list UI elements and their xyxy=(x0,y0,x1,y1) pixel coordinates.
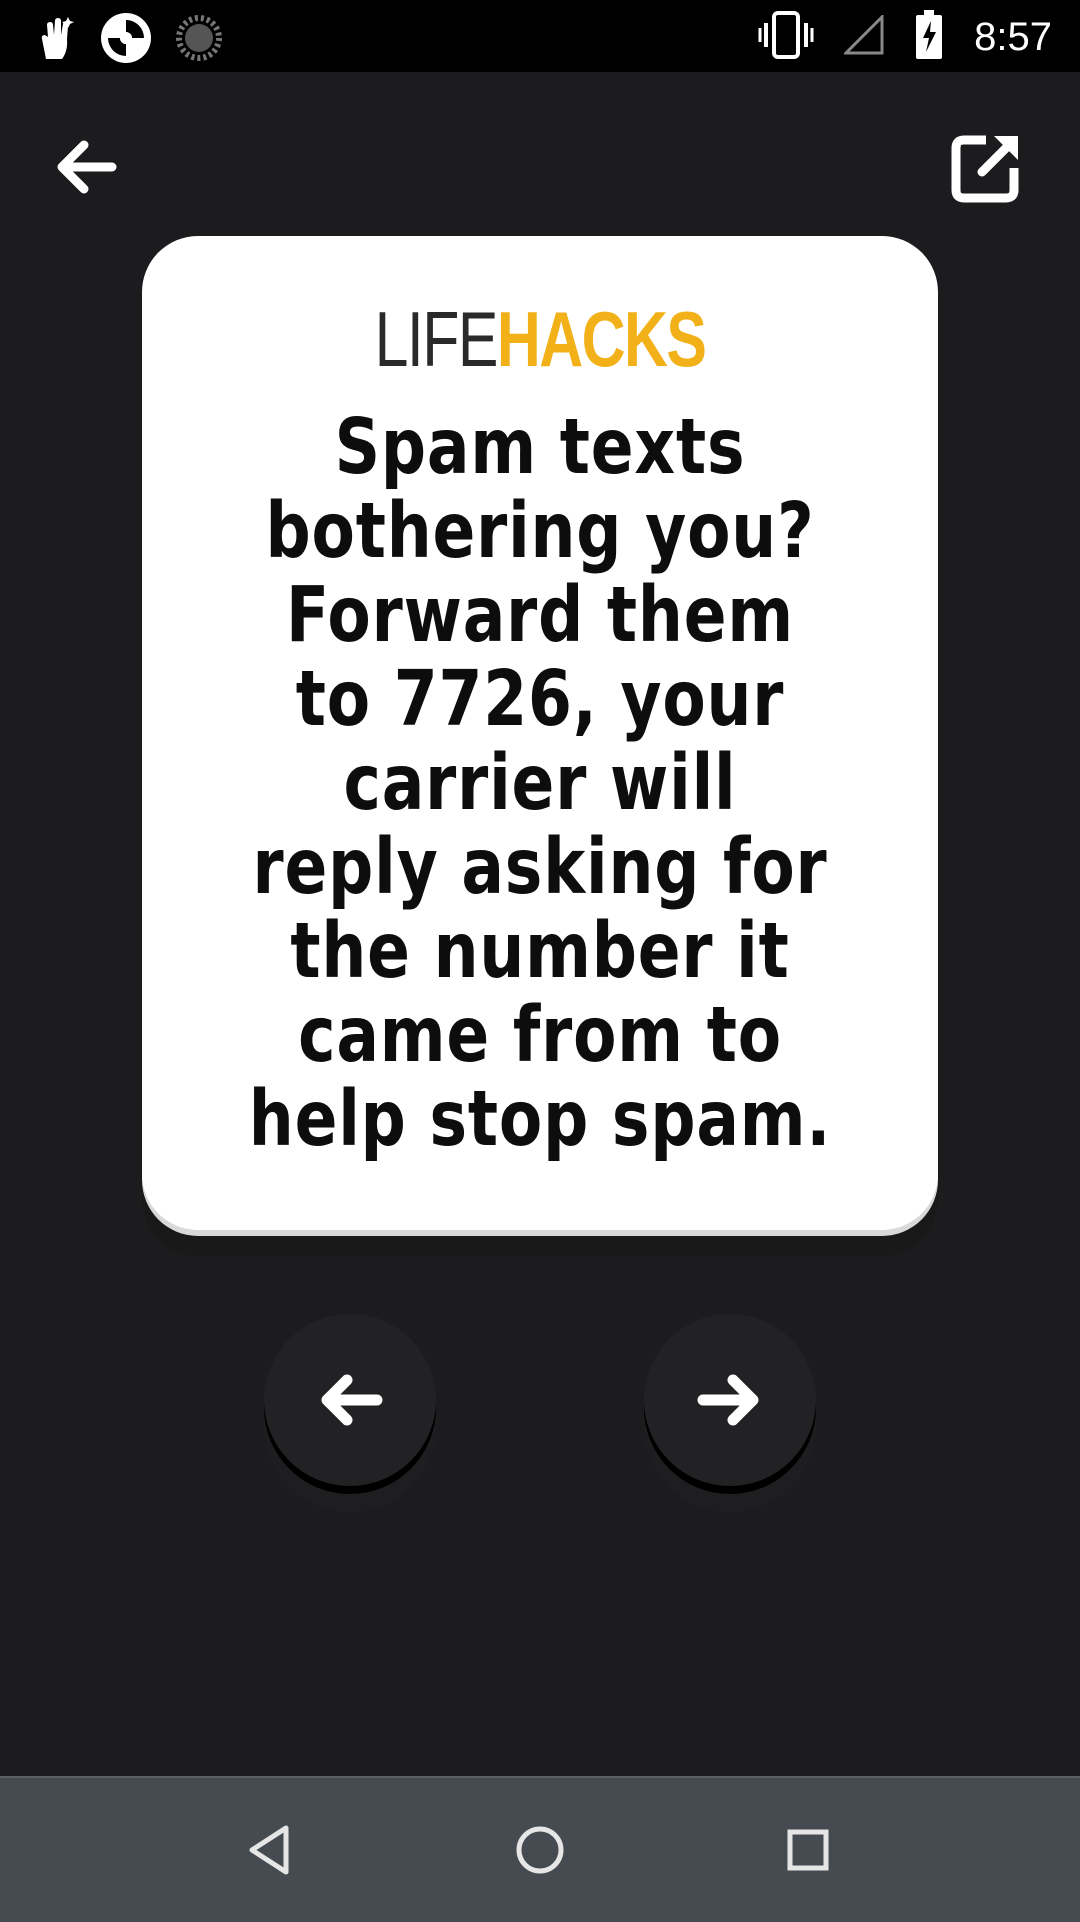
clock: 8:57 xyxy=(974,15,1052,59)
triangle-back-icon xyxy=(249,1825,289,1875)
circle-home-icon xyxy=(516,1826,564,1874)
arrow-left-icon xyxy=(57,140,117,194)
next-hack-button[interactable] xyxy=(644,1314,816,1486)
hand-wave-icon xyxy=(36,15,76,65)
signal-icon xyxy=(842,13,884,59)
brand-life: LIFE xyxy=(374,295,499,383)
share-button[interactable] xyxy=(948,128,1026,206)
sync-spinner-icon xyxy=(176,15,222,65)
battery-charging-icon xyxy=(914,10,944,64)
arrow-right-icon xyxy=(697,1374,759,1426)
system-navigation-bar xyxy=(0,1776,1080,1922)
camera-aperture-icon xyxy=(100,12,152,68)
brand-logo: LIFEHACKS xyxy=(230,294,851,384)
previous-hack-button[interactable] xyxy=(264,1314,436,1486)
status-bar: 8:57 xyxy=(0,0,1080,72)
top-bar xyxy=(0,72,1080,252)
share-external-icon xyxy=(951,135,1019,203)
vibrate-icon xyxy=(758,11,814,63)
system-recents-button[interactable] xyxy=(776,1818,840,1882)
brand-hacks: HACKS xyxy=(496,295,707,383)
back-button[interactable] xyxy=(48,128,126,206)
system-home-button[interactable] xyxy=(508,1818,572,1882)
arrow-left-icon xyxy=(321,1374,383,1426)
square-recents-icon xyxy=(787,1829,829,1871)
hack-card: LIFEHACKS Spam texts bothering you? Forw… xyxy=(142,236,938,1230)
hack-text: Spam texts bothering you? Forward them t… xyxy=(248,403,832,1164)
system-back-button[interactable] xyxy=(240,1818,304,1882)
